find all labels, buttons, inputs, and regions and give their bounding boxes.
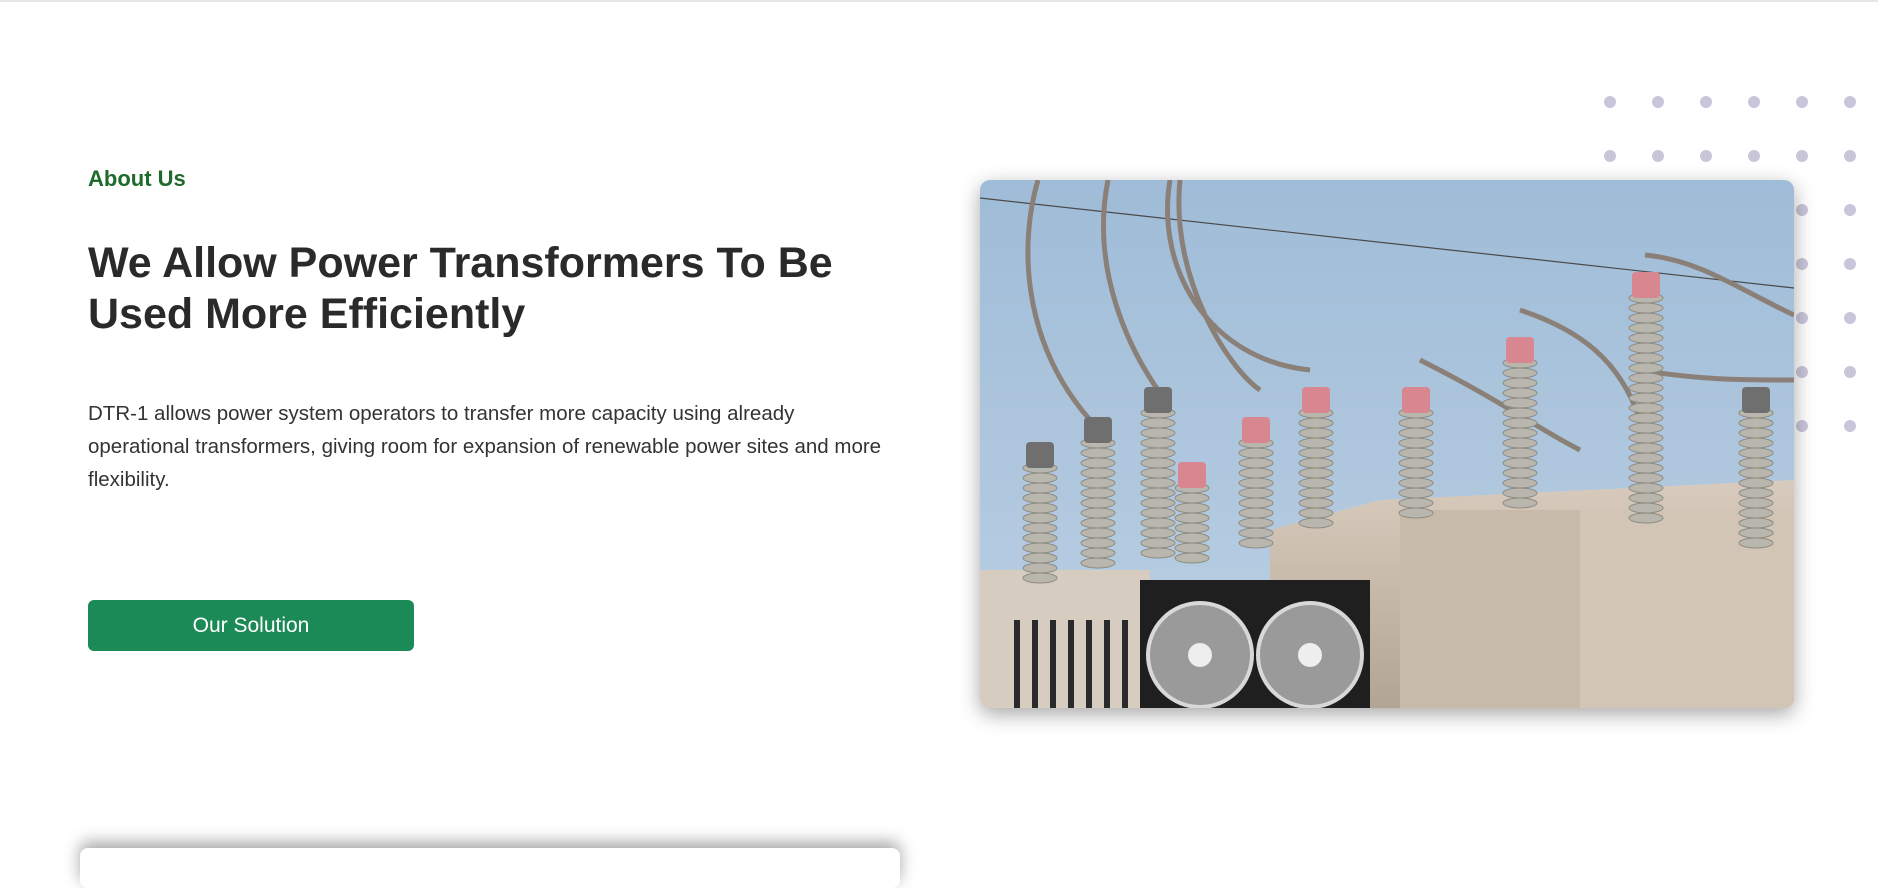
pattern-dot bbox=[1844, 150, 1856, 162]
next-section-card bbox=[80, 848, 900, 888]
pattern-dot bbox=[1844, 420, 1856, 432]
pattern-dot bbox=[1748, 96, 1760, 108]
pattern-dot bbox=[1796, 96, 1808, 108]
section-eyebrow-label: About Us bbox=[88, 166, 186, 191]
section-heading: We Allow Power Transformers To Be Used M… bbox=[88, 239, 833, 338]
pattern-dot bbox=[1844, 366, 1856, 378]
pattern-dot bbox=[1604, 96, 1616, 108]
pattern-dot bbox=[1844, 96, 1856, 108]
pattern-dot bbox=[1844, 204, 1856, 216]
our-solution-button[interactable]: Our Solution bbox=[88, 600, 414, 651]
pattern-dot bbox=[1748, 150, 1760, 162]
pattern-dot bbox=[1844, 258, 1856, 270]
pattern-dot bbox=[1700, 96, 1712, 108]
pattern-dot bbox=[1700, 150, 1712, 162]
pattern-dot bbox=[1796, 312, 1808, 324]
pattern-dot bbox=[1652, 150, 1664, 162]
pattern-dot bbox=[1796, 366, 1808, 378]
top-divider bbox=[0, 0, 1878, 2]
transformer-photo bbox=[980, 180, 1794, 708]
pattern-dot bbox=[1796, 150, 1808, 162]
section-description: DTR-1 allows power system operators to t… bbox=[88, 402, 882, 491]
pattern-dot bbox=[1652, 96, 1664, 108]
power-transformer-illustration bbox=[980, 180, 1794, 708]
pattern-dot bbox=[1604, 150, 1616, 162]
pattern-dot bbox=[1796, 258, 1808, 270]
pattern-dot bbox=[1796, 204, 1808, 216]
pattern-dot bbox=[1844, 312, 1856, 324]
pattern-dot bbox=[1796, 420, 1808, 432]
